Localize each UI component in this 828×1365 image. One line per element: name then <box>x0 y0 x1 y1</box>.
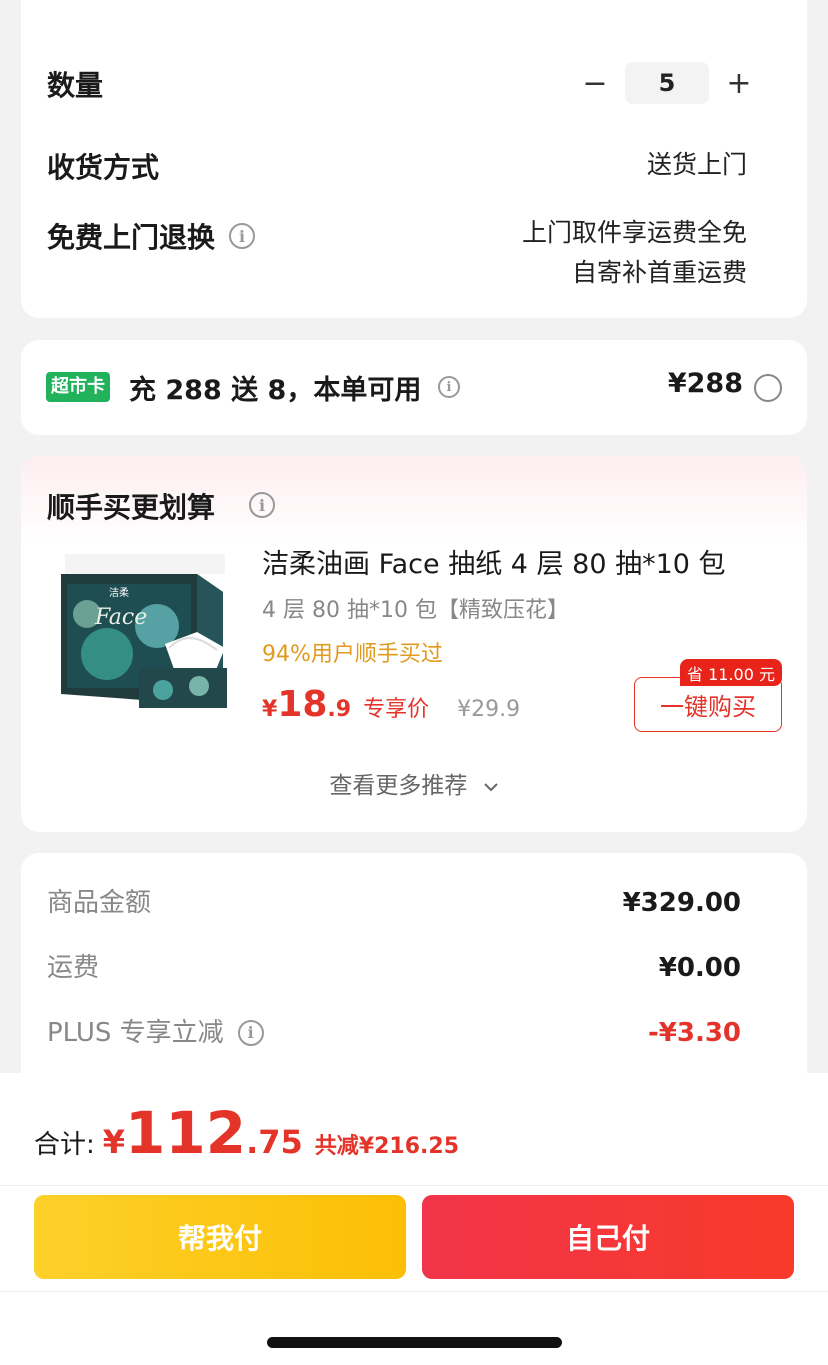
free-return-line1: 上门取件享运费全免 <box>521 218 747 247</box>
total-currency: ¥ <box>102 1123 126 1161</box>
recommendation-title: 顺手买更划算 <box>47 491 216 524</box>
original-price: ¥29.9 <box>457 697 521 722</box>
tissue-box-illustration: 洁柔 Face <box>47 544 237 732</box>
supermarket-card-promo[interactable]: 超市卡 充 288 送 8，本单可用 i ¥288 <box>21 340 807 435</box>
view-more-recommendations-link[interactable]: 查看更多推荐 <box>21 766 807 800</box>
exclusive-price-tag: 专享价 <box>363 697 430 722</box>
free-return-line2: 自寄补首重运费 <box>571 258 747 287</box>
plus-discount-value: -¥3.30 <box>647 1018 741 1048</box>
image-brand-text: 洁柔 <box>109 586 129 599</box>
plus-discount-row: PLUS 专享立减 i -¥3.30 <box>47 1013 741 1053</box>
total-savings[interactable]: 共减¥216.25 <box>315 1128 459 1160</box>
social-proof-text: 94%用户顺手买过 <box>262 642 443 667</box>
info-icon[interactable]: i <box>229 223 256 249</box>
shipping-value: ¥0.00 <box>658 953 741 983</box>
quantity-value[interactable]: 5 <box>625 62 709 104</box>
product-image[interactable]: 洁柔 Face <box>47 544 237 732</box>
free-return-value: 上门取件享运费全免 自寄补首重运费 <box>522 212 747 294</box>
help-me-pay-button[interactable]: 帮我付 <box>34 1195 406 1279</box>
promo-price: ¥288 <box>667 368 743 399</box>
subtotal-value: ¥329.00 <box>622 888 741 918</box>
image-face-text: Face <box>94 605 147 630</box>
shipping-label: 运费 <box>47 953 100 983</box>
quantity-stepper: − 5 + <box>573 62 761 104</box>
product-spec: 4 层 80 抽*10 包【精致压花】 <box>262 598 569 623</box>
info-icon[interactable]: i <box>237 1020 264 1046</box>
chevron-down-icon <box>483 776 499 797</box>
price-decimal: .9 <box>327 697 352 722</box>
home-indicator[interactable] <box>267 1337 562 1348</box>
product-name[interactable]: 洁柔油画 Face 抽纸 4 层 80 抽*10 包 <box>262 542 726 581</box>
price-integer: 18 <box>277 684 328 725</box>
shipping-row: 运费 ¥0.00 <box>47 948 741 988</box>
promo-text: 充 288 送 8，本单可用 <box>129 375 422 406</box>
divider <box>0 1185 828 1186</box>
price-currency: ¥ <box>262 697 278 722</box>
total-integer: 112 <box>125 1099 247 1167</box>
order-details-card: 数量 − 5 + 收货方式 送货上门 免费上门退换 i 上门取件享运费全免 自寄… <box>21 0 807 318</box>
info-icon[interactable]: i <box>438 376 460 398</box>
divider <box>0 1291 828 1292</box>
delivery-method-label: 收货方式 <box>47 151 160 184</box>
plus-discount-label: PLUS 专享立减 <box>47 1018 224 1048</box>
checkout-bar: 合计: ¥ 112 .75 共减¥216.25 帮我付 自己付 <box>0 1073 828 1365</box>
total-label: 合计: <box>34 1130 95 1160</box>
decrease-quantity-button[interactable]: − <box>573 62 617 104</box>
free-return-label: 免费上门退换 <box>47 221 216 254</box>
delivery-method-value[interactable]: 送货上门 <box>647 144 747 186</box>
subtotal-row: 商品金额 ¥329.00 <box>47 883 741 923</box>
promo-radio-button[interactable] <box>754 374 782 402</box>
total-decimal: .75 <box>246 1123 303 1161</box>
pay-myself-button[interactable]: 自己付 <box>422 1195 794 1279</box>
view-more-label: 查看更多推荐 <box>329 773 468 799</box>
info-icon[interactable]: i <box>249 492 275 518</box>
order-total: 合计: ¥ 112 .75 共减¥216.25 <box>34 1099 459 1167</box>
subtotal-label: 商品金额 <box>47 888 152 918</box>
quantity-label: 数量 <box>47 69 104 102</box>
recommendation-card: 顺手买更划算 i 洁柔 Face 洁柔油画 Face 抽纸 4 层 80 抽*1… <box>21 456 807 832</box>
supermarket-card-badge: 超市卡 <box>46 372 110 402</box>
price-summary-card: 商品金额 ¥329.00 运费 ¥0.00 PLUS 专享立减 i -¥3.30 <box>21 853 807 1093</box>
plus-discount-label-wrap: PLUS 专享立减 i <box>47 1013 264 1053</box>
free-return-row: 免费上门退换 i <box>47 216 256 256</box>
product-price: ¥ 18 .9 专享价 ¥29.9 <box>262 684 520 725</box>
increase-quantity-button[interactable]: + <box>717 62 761 104</box>
savings-badge: 省 11.00 元 <box>680 659 782 686</box>
